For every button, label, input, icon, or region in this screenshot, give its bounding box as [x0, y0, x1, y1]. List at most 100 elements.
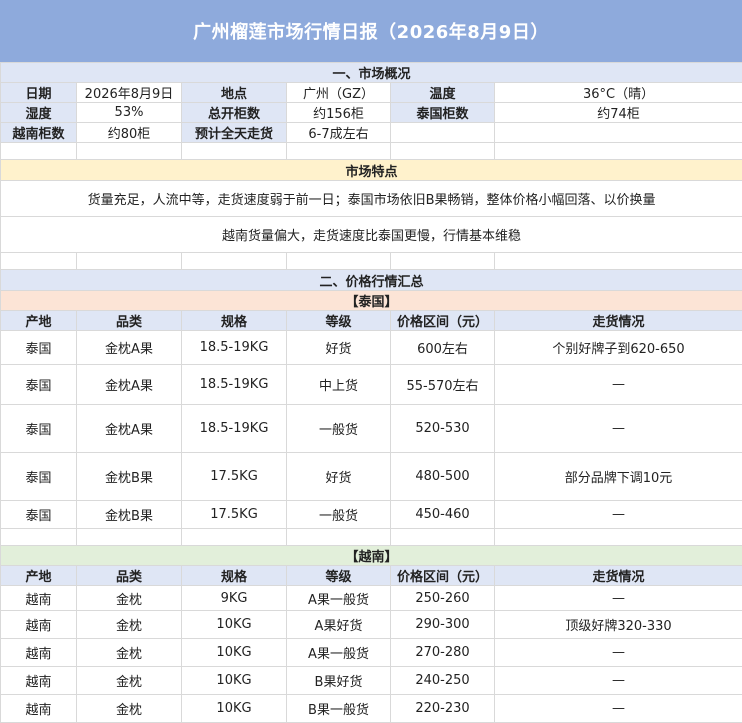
table-row: 泰国金枕A果18.5-19KG好货600左右个别好牌子到620-650	[1, 331, 742, 365]
category-cell[interactable]: 金枕	[77, 611, 182, 639]
spec-cell[interactable]: 10KG	[182, 695, 287, 723]
header-spec: 规格	[182, 566, 287, 586]
category-cell[interactable]: 金枕A果	[77, 331, 182, 365]
sales-cell[interactable]: —	[495, 405, 742, 453]
price-cell[interactable]: 600左右	[391, 331, 495, 365]
spec-cell[interactable]: 17.5KG	[182, 453, 287, 501]
grade-cell[interactable]: A果一般货	[287, 586, 391, 611]
origin-cell[interactable]: 泰国	[1, 365, 77, 405]
spec-cell[interactable]: 10KG	[182, 667, 287, 695]
origin-cell[interactable]: 越南	[1, 667, 77, 695]
thai-title: 【泰国】	[1, 291, 742, 311]
viet-rows: 越南金枕9KGA果一般货250-260—越南金枕10KGA果好货290-300顶…	[1, 586, 742, 723]
thai-count-value[interactable]: 约74柜	[495, 103, 742, 123]
sales-cell[interactable]: —	[495, 667, 742, 695]
spacer-row	[1, 143, 742, 160]
price-cell[interactable]: 290-300	[391, 611, 495, 639]
table-row: 泰国金枕A果18.5-19KG中上货55-570左右—	[1, 365, 742, 405]
price-cell[interactable]: 220-230	[391, 695, 495, 723]
category-cell[interactable]: 金枕	[77, 667, 182, 695]
forecast-label: 预计全天走货	[182, 123, 287, 143]
table-row: 泰国金枕B果17.5KG一般货450-460—	[1, 501, 742, 529]
viet-count-value[interactable]: 约80柜	[77, 123, 182, 143]
category-cell[interactable]: 金枕B果	[77, 501, 182, 529]
origin-cell[interactable]: 泰国	[1, 331, 77, 365]
empty-cell[interactable]	[495, 123, 742, 143]
prices-section-row: 二、价格行情汇总	[1, 270, 742, 291]
features-heading: 市场特点	[1, 160, 742, 181]
grade-cell[interactable]: 好货	[287, 331, 391, 365]
header-origin: 产地	[1, 566, 77, 586]
grade-cell[interactable]: 好货	[287, 453, 391, 501]
sales-cell[interactable]: 顶级好牌320-330	[495, 611, 742, 639]
spacer-row	[1, 253, 742, 270]
open-value[interactable]: 约156柜	[287, 103, 391, 123]
spec-cell[interactable]: 10KG	[182, 639, 287, 667]
spec-cell[interactable]: 18.5-19KG	[182, 331, 287, 365]
grade-cell[interactable]: 中上货	[287, 365, 391, 405]
price-cell[interactable]: 250-260	[391, 586, 495, 611]
origin-cell[interactable]: 越南	[1, 586, 77, 611]
spec-cell[interactable]: 18.5-19KG	[182, 365, 287, 405]
sales-cell[interactable]: —	[495, 365, 742, 405]
table-row: 泰国金枕A果18.5-19KG一般货520-530—	[1, 405, 742, 453]
overview-row-1: 日期 2026年8月9日 地点 广州（GZ） 温度 36°C（晴）	[1, 83, 742, 103]
sales-cell[interactable]: 部分品牌下调10元	[495, 453, 742, 501]
price-cell[interactable]: 240-250	[391, 667, 495, 695]
origin-cell[interactable]: 泰国	[1, 501, 77, 529]
overview-row-3: 越南柜数 约80柜 预计全天走货 6-7成左右	[1, 123, 742, 143]
price-cell[interactable]: 270-280	[391, 639, 495, 667]
grade-cell[interactable]: 一般货	[287, 405, 391, 453]
spacer-row	[1, 529, 742, 546]
forecast-value[interactable]: 6-7成左右	[287, 123, 391, 143]
thai-header-row: 产地 品类 规格 等级 价格区间（元） 走货情况	[1, 311, 742, 331]
sales-cell[interactable]: 个别好牌子到620-650	[495, 331, 742, 365]
grade-cell[interactable]: 一般货	[287, 501, 391, 529]
empty-cell[interactable]	[391, 123, 495, 143]
sales-cell[interactable]: —	[495, 639, 742, 667]
report-table: 一、市场概况 日期 2026年8月9日 地点 广州（GZ） 温度 36°C（晴）…	[0, 62, 742, 723]
features-heading-row: 市场特点	[1, 160, 742, 181]
grade-cell[interactable]: B果好货	[287, 667, 391, 695]
origin-cell[interactable]: 泰国	[1, 453, 77, 501]
price-cell[interactable]: 450-460	[391, 501, 495, 529]
report-title: 广州榴莲市场行情日报（2026年8月9日）	[0, 0, 742, 62]
header-price: 价格区间（元）	[391, 311, 495, 331]
price-cell[interactable]: 55-570左右	[391, 365, 495, 405]
humidity-value[interactable]: 53%	[77, 103, 182, 123]
category-cell[interactable]: 金枕	[77, 586, 182, 611]
table-row: 越南金枕9KGA果一般货250-260—	[1, 586, 742, 611]
spec-cell[interactable]: 18.5-19KG	[182, 405, 287, 453]
place-value[interactable]: 广州（GZ）	[287, 83, 391, 103]
category-cell[interactable]: 金枕A果	[77, 405, 182, 453]
temp-label: 温度	[391, 83, 495, 103]
overview-section-title: 一、市场概况	[1, 63, 742, 83]
viet-title: 【越南】	[1, 546, 742, 566]
grade-cell[interactable]: B果一般货	[287, 695, 391, 723]
origin-cell[interactable]: 越南	[1, 639, 77, 667]
price-cell[interactable]: 480-500	[391, 453, 495, 501]
price-cell[interactable]: 520-530	[391, 405, 495, 453]
date-value[interactable]: 2026年8月9日	[77, 83, 182, 103]
header-grade: 等级	[287, 311, 391, 331]
origin-cell[interactable]: 泰国	[1, 405, 77, 453]
features-line-1[interactable]: 货量充足，人流中等，走货速度弱于前一日；泰国市场依旧B果畅销，整体价格小幅回落、…	[1, 181, 742, 217]
category-cell[interactable]: 金枕	[77, 639, 182, 667]
spec-cell[interactable]: 9KG	[182, 586, 287, 611]
spec-cell[interactable]: 10KG	[182, 611, 287, 639]
spec-cell[interactable]: 17.5KG	[182, 501, 287, 529]
grade-cell[interactable]: A果好货	[287, 611, 391, 639]
origin-cell[interactable]: 越南	[1, 695, 77, 723]
prices-section-title: 二、价格行情汇总	[1, 270, 742, 291]
category-cell[interactable]: 金枕B果	[77, 453, 182, 501]
features-line-2[interactable]: 越南货量偏大，走货速度比泰国更慢，行情基本维稳	[1, 217, 742, 253]
temp-value[interactable]: 36°C（晴）	[495, 83, 742, 103]
grade-cell[interactable]: A果一般货	[287, 639, 391, 667]
sales-cell[interactable]: —	[495, 501, 742, 529]
sales-cell[interactable]: —	[495, 695, 742, 723]
sales-cell[interactable]: —	[495, 586, 742, 611]
category-cell[interactable]: 金枕	[77, 695, 182, 723]
origin-cell[interactable]: 越南	[1, 611, 77, 639]
spreadsheet: 广州榴莲市场行情日报（2026年8月9日） 一、市场概况 日期 2026年8月9…	[0, 0, 742, 718]
category-cell[interactable]: 金枕A果	[77, 365, 182, 405]
